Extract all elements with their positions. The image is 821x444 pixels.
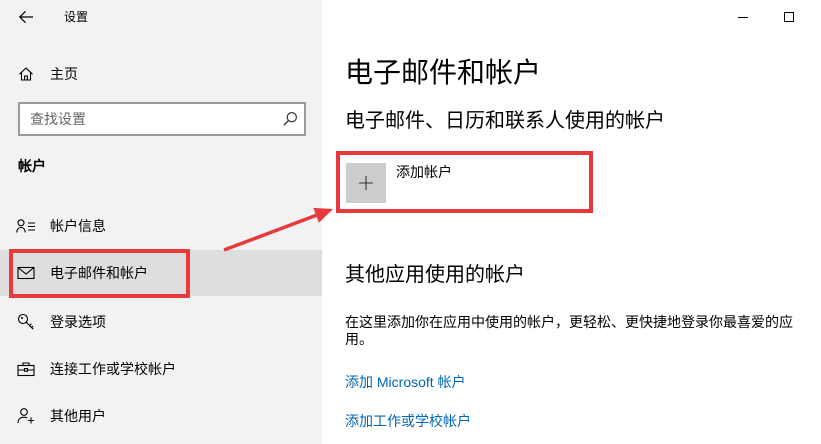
- add-account-label: 添加帐户: [396, 164, 452, 180]
- app-title: 设置: [64, 10, 89, 24]
- main-pane: 电子邮件和帐户 电子邮件、日历和联系人使用的帐户 添加帐户 其他应用使用的帐户 …: [322, 0, 821, 444]
- sidebar-item-email-accounts[interactable]: 电子邮件和帐户: [0, 250, 322, 296]
- email-accounts-heading: 电子邮件、日历和联系人使用的帐户: [345, 110, 665, 132]
- settings-window: 设置 主页 帐户: [0, 0, 821, 444]
- add-microsoft-account-link[interactable]: 添加 Microsoft 帐户: [345, 373, 466, 391]
- sidebar-item-label: 帐户信息: [50, 218, 106, 234]
- app-accounts-description: 在这里添加你在应用中使用的帐户，更轻松、更快捷地登录你最喜爱的应用。: [345, 314, 793, 347]
- back-arrow-icon: [18, 10, 33, 24]
- back-button[interactable]: [12, 5, 40, 29]
- add-user-icon: [16, 407, 36, 425]
- sidebar: 设置 主页 帐户: [0, 0, 322, 444]
- search-input[interactable]: [20, 104, 270, 134]
- sidebar-item-account-info[interactable]: 帐户信息: [0, 203, 322, 249]
- page-title: 电子邮件和帐户: [345, 57, 542, 88]
- key-icon: [16, 313, 36, 331]
- mail-icon: [16, 264, 36, 282]
- section-heading: 帐户: [18, 158, 46, 174]
- search-box: [18, 102, 306, 136]
- sidebar-item-label: 电子邮件和帐户: [50, 265, 148, 281]
- sidebar-item-label: 登录选项: [50, 314, 106, 330]
- sidebar-item-work-school[interactable]: 连接工作或学校帐户: [0, 346, 322, 392]
- sidebar-item-other-users[interactable]: 其他用户: [0, 393, 322, 439]
- maximize-button[interactable]: [766, 0, 812, 34]
- add-work-school-account-link[interactable]: 添加工作或学校帐户: [345, 412, 471, 430]
- minimize-button[interactable]: [720, 0, 766, 34]
- briefcase-icon: [16, 360, 36, 378]
- sidebar-item-label: 其他用户: [50, 408, 106, 424]
- search-icon[interactable]: [282, 111, 298, 127]
- account-info-icon: [16, 217, 36, 235]
- sidebar-item-home[interactable]: 主页: [0, 51, 322, 97]
- maximize-icon: [784, 12, 794, 22]
- sidebar-item-label: 主页: [50, 66, 78, 82]
- minimize-icon: [738, 16, 748, 18]
- sidebar-item-label: 连接工作或学校帐户: [50, 361, 176, 377]
- sidebar-item-sign-in-options[interactable]: 登录选项: [0, 299, 322, 345]
- add-account-button[interactable]: 添加帐户: [346, 163, 452, 203]
- plus-icon: [346, 163, 386, 203]
- app-accounts-heading: 其他应用使用的帐户: [345, 264, 525, 286]
- home-icon: [16, 65, 36, 83]
